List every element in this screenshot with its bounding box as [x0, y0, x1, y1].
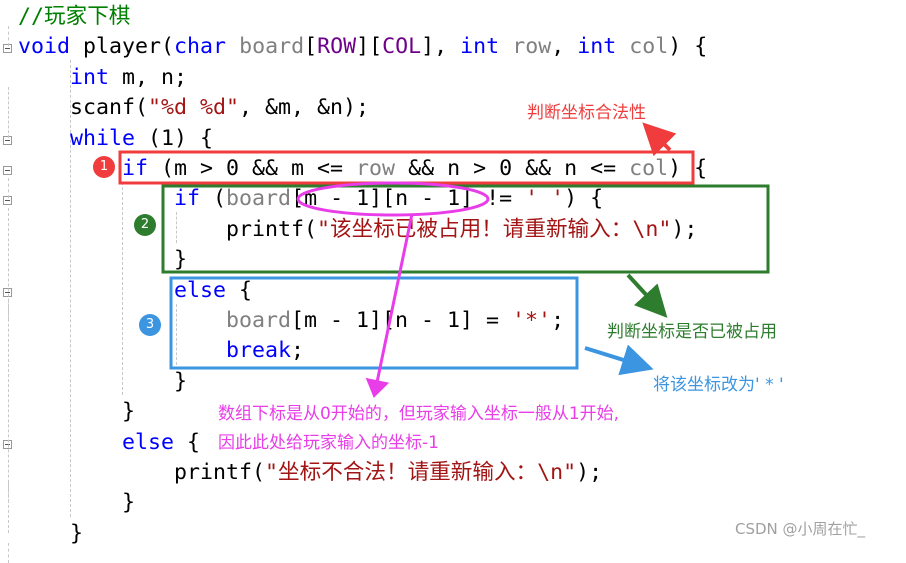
- badge-1: 1: [93, 156, 115, 178]
- occupied-box: [161, 184, 770, 274]
- legality-box: [118, 150, 695, 185]
- index-note-line1: 数组下标是从0开始的，但玩家输入坐标一般从1开始,: [218, 404, 620, 424]
- index-arrow: [365, 213, 414, 398]
- occupied-arrow: [626, 273, 668, 318]
- assign-box: [169, 276, 579, 370]
- assign-arrow: [584, 344, 654, 376]
- occupied-note: 判断坐标是否已被占用: [607, 322, 777, 342]
- legality-note: 判断坐标合法性: [527, 103, 646, 123]
- index-ellipse: [296, 181, 490, 217]
- badge-3: 3: [139, 314, 161, 336]
- badge-2: 2: [134, 214, 156, 236]
- watermark: CSDN @小周在忙_: [735, 520, 866, 538]
- annotation-layer: [118, 122, 770, 398]
- index-note-line2: 因此此处给玩家输入的坐标-1: [218, 433, 439, 453]
- legality-arrow: [642, 122, 677, 157]
- set-star-note: 将该坐标改为' * ': [653, 375, 784, 395]
